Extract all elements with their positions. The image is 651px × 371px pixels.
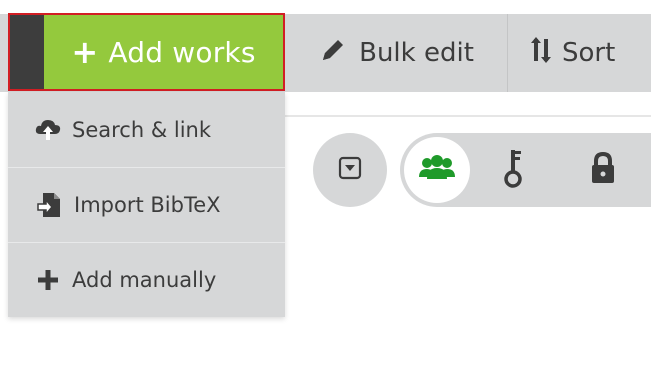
menu-item-label: Search & link bbox=[72, 117, 212, 142]
key-icon bbox=[500, 148, 526, 192]
menu-item-add-manually[interactable]: Add manually bbox=[8, 242, 285, 317]
plus-icon: + bbox=[71, 33, 99, 71]
divider bbox=[285, 115, 651, 117]
plus-icon bbox=[32, 264, 64, 296]
add-works-group: + Add works bbox=[8, 13, 285, 91]
sort-label: Sort bbox=[562, 38, 616, 68]
cloud-upload-icon bbox=[32, 114, 64, 146]
sort-button[interactable]: Sort bbox=[507, 14, 651, 92]
add-works-label: Add works bbox=[108, 35, 256, 69]
visibility-filter bbox=[400, 133, 651, 207]
menu-item-search-link[interactable]: Search & link bbox=[8, 92, 285, 167]
sort-icon bbox=[530, 35, 552, 72]
menu-item-label: Add manually bbox=[72, 268, 217, 292]
bulk-edit-label: Bulk edit bbox=[359, 38, 474, 68]
caret-down-icon bbox=[338, 156, 362, 184]
dropdown-toggle-button[interactable] bbox=[313, 133, 387, 207]
lock-icon bbox=[588, 150, 618, 190]
users-icon bbox=[417, 153, 457, 187]
filter-public[interactable] bbox=[404, 137, 470, 203]
filter-only-me[interactable] bbox=[570, 137, 636, 203]
filter-private-key[interactable] bbox=[480, 137, 546, 203]
add-works-button[interactable]: + Add works bbox=[44, 15, 283, 89]
pencil-icon bbox=[319, 36, 347, 71]
bulk-edit-button[interactable]: Bulk edit bbox=[291, 14, 502, 92]
add-works-menu: Search & link Import BibTeX Add manually bbox=[8, 92, 285, 317]
menu-item-label: Import BibTeX bbox=[74, 193, 221, 217]
file-import-icon bbox=[34, 189, 66, 221]
menu-item-import-bibtex[interactable]: Import BibTeX bbox=[8, 167, 285, 242]
